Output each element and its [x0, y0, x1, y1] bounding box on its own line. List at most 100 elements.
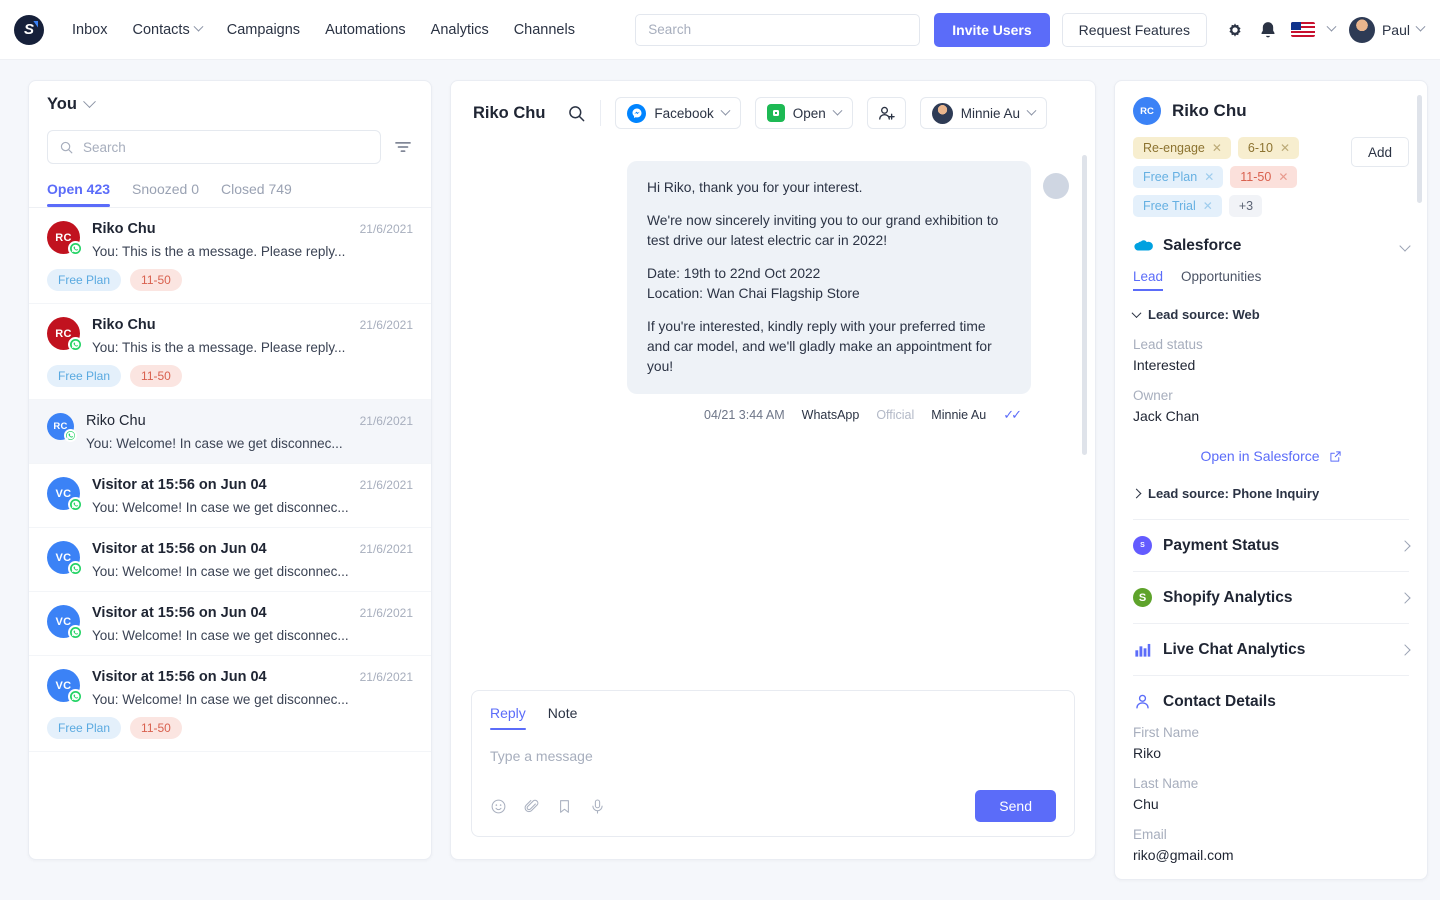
link-label: Open in Salesforce — [1200, 448, 1319, 464]
thread-scrollbar[interactable] — [1082, 155, 1087, 455]
bookmark-icon[interactable] — [556, 798, 573, 815]
accordion-lead-source-web[interactable]: Lead source: Web — [1133, 307, 1409, 322]
composer-tabs: Reply Note — [490, 705, 1056, 730]
inbox-status-tabs: Open 423 Snoozed 0 Closed 749 — [47, 181, 413, 207]
panel-scrollbar[interactable] — [1417, 95, 1422, 203]
app-logo[interactable]: S — [14, 15, 44, 45]
channel-label: Facebook — [654, 106, 713, 121]
inbox-search-box[interactable] — [47, 130, 381, 164]
whatsapp-icon — [68, 561, 83, 576]
conversation-list-item[interactable]: VC Visitor at 15:56 on Jun 04 21/6/2021 … — [29, 656, 431, 752]
nav-label: Campaigns — [227, 22, 300, 38]
nav-item-channels[interactable]: Channels — [514, 22, 575, 38]
close-icon[interactable]: ✕ — [1203, 199, 1213, 213]
bell-icon[interactable] — [1258, 20, 1278, 40]
nav-item-inbox[interactable]: Inbox — [72, 22, 107, 38]
conversation-preview: You: Welcome! In case we get disconnec..… — [86, 436, 413, 451]
attachment-icon[interactable] — [523, 798, 540, 815]
tab-closed[interactable]: Closed 749 — [221, 181, 292, 207]
channel-selector[interactable]: Facebook — [615, 97, 740, 129]
conversation-date: 21/6/2021 — [360, 542, 413, 556]
contact-tag[interactable]: 11-50✕ — [1230, 166, 1297, 188]
user-name: Paul — [1382, 22, 1410, 38]
add-tag-button[interactable]: Add — [1351, 137, 1409, 167]
nav-item-automations[interactable]: Automations — [325, 22, 406, 38]
invite-users-button[interactable]: Invite Users — [934, 13, 1049, 47]
microphone-icon[interactable] — [589, 798, 606, 815]
avatar-wrapper: RC — [47, 413, 74, 440]
tab-open[interactable]: Open 423 — [47, 181, 110, 207]
conversation-list-item[interactable]: RC Riko Chu 21/6/2021 You: Welcome! In c… — [29, 400, 431, 464]
nav-item-contacts[interactable]: Contacts — [132, 22, 201, 38]
tab-note[interactable]: Note — [548, 705, 578, 730]
tag-label: Free Plan — [1143, 170, 1197, 184]
conversation-preview: You: Welcome! In case we get disconnec..… — [92, 564, 413, 579]
close-icon[interactable]: ✕ — [1280, 141, 1290, 155]
close-icon[interactable]: ✕ — [1204, 170, 1214, 184]
conversation-date: 21/6/2021 — [360, 414, 413, 428]
search-icon — [59, 140, 74, 155]
request-features-button[interactable]: Request Features — [1062, 13, 1207, 47]
filter-icon[interactable] — [393, 137, 413, 157]
message-thread[interactable]: Hi Riko, thank you for your interest. We… — [451, 143, 1095, 690]
message-input[interactable] — [490, 748, 1056, 764]
field-value-lead-status: Interested — [1133, 357, 1409, 373]
field-value-email: riko@gmail.com — [1133, 847, 1409, 863]
open-in-salesforce-link[interactable]: Open in Salesforce — [1133, 448, 1409, 464]
emoji-icon[interactable] — [490, 798, 507, 815]
message-paragraph: If you're interested, kindly reply with … — [647, 317, 1011, 377]
message-composer: Reply Note — [471, 690, 1075, 837]
tab-lead[interactable]: Lead — [1133, 269, 1163, 291]
language-chevron-down-icon[interactable] — [1327, 22, 1337, 32]
section-contact-details[interactable]: Contact Details — [1133, 676, 1409, 715]
contact-tag[interactable]: Free Trial ✕ — [1133, 195, 1222, 217]
conversation-list[interactable]: RC Riko Chu 21/6/2021 You: This is the a… — [29, 208, 431, 859]
contact-tags-area: Re-engage✕6-10✕Free Plan✕11-50✕Free Tria… — [1133, 137, 1409, 217]
nav-item-analytics[interactable]: Analytics — [431, 22, 489, 38]
search-icon[interactable] — [567, 104, 586, 123]
us-flag-icon[interactable] — [1291, 22, 1315, 37]
close-icon[interactable]: ✕ — [1278, 170, 1288, 184]
tab-reply[interactable]: Reply — [490, 705, 526, 730]
conversation-preview: You: Welcome! In case we get disconnec..… — [92, 628, 413, 643]
message-row: Hi Riko, thank you for your interest. We… — [477, 161, 1069, 394]
conversation-chips: Free Plan11-50 — [47, 717, 413, 739]
conversation-list-item[interactable]: VC Visitor at 15:56 on Jun 04 21/6/2021 … — [29, 592, 431, 656]
message-paragraph: Location: Wan Chai Flagship Store — [647, 284, 1011, 304]
global-search-input[interactable] — [635, 14, 920, 46]
salesforce-section-header[interactable]: Salesforce — [1133, 237, 1409, 255]
contact-tag[interactable]: Free Plan ✕ — [1133, 166, 1223, 188]
user-menu[interactable]: Paul — [1349, 17, 1424, 43]
assignee-label: Minnie Au — [961, 106, 1020, 121]
section-payment-status[interactable]: S Payment Status — [1133, 520, 1409, 571]
section-live-chat-analytics[interactable]: Live Chat Analytics — [1133, 624, 1409, 675]
contact-tag[interactable]: +3 — [1229, 195, 1262, 217]
contact-details-panel[interactable]: RC Riko Chu Re-engage✕6-10✕Free Plan✕11-… — [1114, 80, 1428, 880]
user-chevron-down-icon — [1416, 22, 1426, 32]
avatar — [1043, 173, 1069, 199]
field-value-last-name: Chu — [1133, 796, 1409, 812]
tab-opportunities[interactable]: Opportunities — [1181, 269, 1261, 291]
conversation-list-item[interactable]: RC Riko Chu 21/6/2021 You: This is the a… — [29, 304, 431, 400]
conversation-status-selector[interactable]: Open — [755, 97, 853, 129]
send-button[interactable]: Send — [975, 790, 1056, 822]
conversation-list-item[interactable]: VC Visitor at 15:56 on Jun 04 21/6/2021 … — [29, 528, 431, 592]
close-icon[interactable]: ✕ — [1212, 141, 1222, 155]
accordion-lead-source-phone[interactable]: Lead source: Phone Inquiry — [1133, 486, 1409, 501]
conversation-list-item[interactable]: VC Visitor at 15:56 on Jun 04 21/6/2021 … — [29, 464, 431, 528]
search-input[interactable] — [83, 140, 369, 155]
add-assignee-button[interactable] — [867, 97, 906, 129]
nav-item-campaigns[interactable]: Campaigns — [227, 22, 300, 38]
tag-label: Free Trial — [1143, 199, 1196, 213]
tab-snoozed[interactable]: Snoozed 0 — [132, 181, 199, 207]
inbox-owner-selector[interactable]: You — [47, 95, 413, 114]
assignee-selector[interactable]: Minnie Au — [920, 97, 1047, 129]
contact-tag[interactable]: 6-10✕ — [1238, 137, 1299, 159]
field-label-email: Email — [1133, 827, 1409, 842]
inbox-owner-label: You — [47, 95, 77, 114]
section-shopify-analytics[interactable]: S Shopify Analytics — [1133, 572, 1409, 623]
conversation-preview: You: This is the a message. Please reply… — [92, 244, 413, 259]
gear-icon[interactable] — [1225, 20, 1245, 40]
conversation-list-item[interactable]: RC Riko Chu 21/6/2021 You: This is the a… — [29, 208, 431, 304]
contact-tag[interactable]: Re-engage✕ — [1133, 137, 1231, 159]
